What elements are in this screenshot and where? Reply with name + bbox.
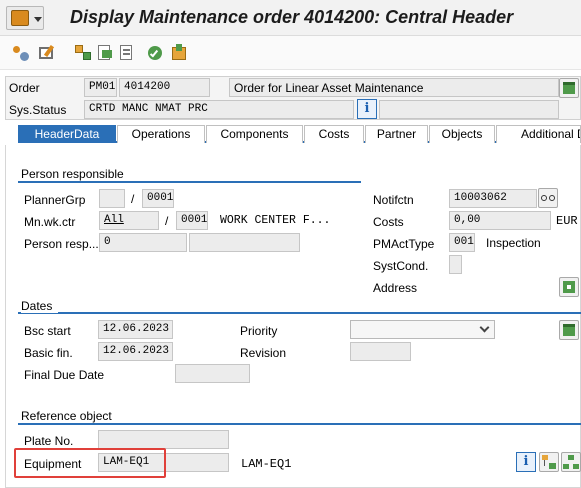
chevron-down-icon xyxy=(479,322,490,333)
structure-list-icon[interactable] xyxy=(561,452,581,472)
plate-number-label: Plate No. xyxy=(24,434,74,448)
reference-object-group xyxy=(18,423,581,425)
equipment-hierarchy-icon[interactable] xyxy=(539,452,559,472)
planner-group-field xyxy=(99,189,125,208)
pm-activity-type-label: PMActType xyxy=(373,237,435,251)
system-condition-field xyxy=(449,255,462,274)
work-center-plant-field: 0001 xyxy=(176,211,208,230)
system-condition-label: SystCond. xyxy=(373,259,429,273)
document-icon[interactable] xyxy=(118,44,136,62)
pm-activity-type-text: Inspection xyxy=(486,236,541,250)
address-icon[interactable] xyxy=(559,277,579,297)
priority-dropdown[interactable] xyxy=(350,320,495,339)
work-center-description: WORK CENTER F... xyxy=(220,214,331,227)
user-status-field xyxy=(379,100,559,119)
planner-plant-field: 0001 xyxy=(142,189,174,208)
equipment-info-icon[interactable]: i xyxy=(516,452,536,472)
revision-field xyxy=(350,342,411,361)
person-responsible-group xyxy=(18,181,361,183)
components-icon[interactable] xyxy=(74,44,92,62)
dates-group xyxy=(18,312,581,314)
basic-start-field: 12.06.2023 xyxy=(98,320,173,339)
change-display-icon[interactable] xyxy=(12,44,30,62)
tab-operations[interactable]: Operations xyxy=(117,125,205,143)
costs-field: 0,00 xyxy=(449,211,551,230)
planner-group-label: PlannerGrp xyxy=(24,193,86,207)
equipment-highlight-box xyxy=(14,448,166,478)
equipment-description: LAM-EQ1 xyxy=(241,457,292,471)
work-center-separator: / xyxy=(165,214,169,228)
status-label: Sys.Status xyxy=(9,103,67,117)
order-label: Order xyxy=(9,81,40,95)
work-center-label: Mn.wk.ctr xyxy=(24,215,76,229)
final-due-date-field xyxy=(175,364,250,383)
scheduling-icon[interactable] xyxy=(559,320,579,340)
sap-menu-icon xyxy=(11,10,29,26)
dates-title: Dates xyxy=(21,299,59,313)
currency-label: EUR xyxy=(556,214,578,228)
notification-field: 10003062 xyxy=(449,189,537,208)
basic-finish-field: 12.06.2023 xyxy=(98,342,173,361)
glasses-display-icon[interactable] xyxy=(538,188,558,208)
long-text-icon[interactable] xyxy=(559,78,579,98)
priority-label: Priority xyxy=(240,324,278,338)
tab-components[interactable]: Components xyxy=(206,125,303,143)
chevron-down-icon xyxy=(34,17,42,22)
person-responsible-field: 0 xyxy=(99,233,187,252)
tab-costs[interactable]: Costs xyxy=(304,125,364,143)
person-responsible-name-field xyxy=(189,233,300,252)
order-number-field: 4014200 xyxy=(119,78,210,97)
export-icon[interactable] xyxy=(170,44,188,62)
plate-number-field xyxy=(98,430,229,449)
tab-partner[interactable]: Partner xyxy=(365,125,428,143)
status-field: CRTD MANC NMAT PRC xyxy=(84,100,354,119)
order-description-field: Order for Linear Asset Maintenance xyxy=(229,78,559,97)
revision-label: Revision xyxy=(240,346,287,360)
reference-object-title: Reference object xyxy=(21,409,118,423)
tab-objects[interactable]: Objects xyxy=(429,125,495,143)
system-menu-button[interactable] xyxy=(6,6,44,30)
address-label: Address xyxy=(373,281,418,295)
page-title: Display Maintenance order 4014200: Centr… xyxy=(70,7,514,27)
notification-label: Notifctn xyxy=(373,193,414,207)
tab-headerdata[interactable]: HeaderData xyxy=(18,125,116,143)
operations-icon[interactable] xyxy=(96,44,114,62)
order-type-field: PM01 xyxy=(84,78,117,97)
person-responsible-label: Person resp... xyxy=(24,237,99,251)
costs-label: Costs xyxy=(373,215,404,229)
work-center-field[interactable]: All xyxy=(99,211,159,230)
planner-separator: / xyxy=(131,192,135,206)
basic-start-label: Bsc start xyxy=(24,324,71,338)
edit-icon[interactable] xyxy=(38,44,56,62)
status-info-icon[interactable]: i xyxy=(357,99,377,119)
person-responsible-title: Person responsible xyxy=(21,167,130,181)
release-icon[interactable] xyxy=(146,44,164,62)
pm-activity-type-field: 001 xyxy=(449,233,475,252)
final-due-date-label: Final Due Date xyxy=(24,368,105,382)
basic-finish-label: Basic fin. xyxy=(24,346,73,360)
tab-additional-data[interactable]: Additional D xyxy=(496,125,581,143)
